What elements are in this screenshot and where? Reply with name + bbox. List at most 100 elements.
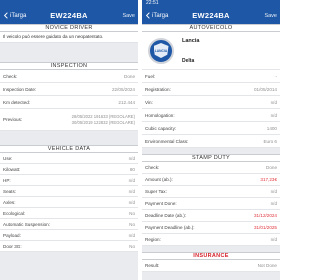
- row-value: 80: [129, 166, 135, 172]
- detail-row-homologation: Homologation: n/d: [142, 109, 280, 122]
- row-value: -: [275, 73, 277, 79]
- status-time: 22:51: [146, 0, 159, 6]
- row-label: Km detected:: [3, 99, 31, 105]
- row-label: Check:: [145, 165, 160, 170]
- row-value: n/d: [128, 199, 135, 205]
- stamp-row-check: Check: Done: [142, 162, 280, 174]
- detail-row-cubic-capacity: Cubic capacity: 1400: [142, 122, 280, 135]
- detail-row-environmental-class: Environmental Class: Euro 6: [142, 135, 280, 148]
- row-value: n/d: [270, 99, 277, 105]
- vehicle-row-axles: Axles: n/d: [0, 197, 138, 208]
- stamp-row-super-tax: Super Tax: n/d: [142, 186, 280, 198]
- stamp-duty-header: STAMP DUTY: [142, 154, 280, 162]
- logo-shield: LANCIA: [153, 43, 169, 58]
- row-label: Door 3G:: [3, 243, 22, 249]
- row-value: 31/01/2025: [254, 225, 277, 230]
- chevron-left-icon: [3, 12, 8, 19]
- row-label: HP:: [3, 177, 11, 183]
- row-value: n/d: [270, 201, 277, 206]
- screen-left: iTarga EW224BA Save NOVICE DRIVER Il vei…: [0, 0, 138, 280]
- row-label: Use:: [3, 155, 13, 161]
- row-label: Environmental Class:: [145, 138, 189, 144]
- chevron-left-icon: [145, 12, 150, 19]
- vehicle-row-hp: HP: n/d: [0, 175, 138, 186]
- row-value: n/d: [270, 112, 277, 118]
- row-label: Super Tax:: [145, 189, 167, 194]
- stamp-row-region: Region: n/d: [142, 234, 280, 246]
- vehicle-row-kilowatt: Kilowatt: 80: [0, 164, 138, 175]
- nav-bar: iTarga EW224BA Save: [0, 7, 138, 24]
- stamp-row-deadline-date: Deadline Date (ab.): 31/12/2024: [142, 210, 280, 222]
- back-button[interactable]: iTarga: [3, 12, 37, 19]
- nav-bar: iTarga EW224BA Save: [142, 7, 280, 24]
- novice-driver-header: NOVICE DRIVER: [0, 24, 138, 32]
- save-button[interactable]: Save: [264, 13, 277, 19]
- row-value: 212.444: [118, 99, 135, 105]
- row-label: Payment Done:: [145, 201, 177, 206]
- insurance-row-result: Result: Not Done: [142, 260, 280, 272]
- save-button[interactable]: Save: [122, 13, 135, 19]
- vehicle-data-header: VEHICLE DATA: [0, 145, 138, 153]
- row-label: Previous:: [3, 117, 23, 122]
- row-value: n/d: [128, 177, 135, 183]
- status-bar: [0, 0, 138, 7]
- vehicle-row-use: Use: n/d: [0, 153, 138, 164]
- row-value: 01/05/2014: [254, 86, 277, 92]
- detail-row-registration: Registration: 01/05/2014: [142, 83, 280, 96]
- row-label: Axles:: [3, 199, 16, 205]
- row-label: Payment Deadline (ab.):: [145, 225, 195, 230]
- vehicle-card: LANCIA Lancia Delta: [142, 32, 280, 70]
- row-value: No: [129, 243, 135, 249]
- inspection-row-km: Km detected: 212.444: [0, 96, 138, 109]
- row-value: Not Done: [257, 263, 277, 268]
- autoveicolo-header: AUTOVEICOLO: [142, 24, 280, 32]
- row-label: Seats:: [3, 188, 17, 194]
- row-value: 22/05/2024: [112, 86, 135, 92]
- row-label: Amount (ab.):: [145, 177, 173, 182]
- vehicle-row-suspension: Automatic Suspension: No: [0, 219, 138, 230]
- inspection-row-previous: Previous: 28/05/2022 191633 (REGOLARE) 3…: [0, 109, 138, 131]
- row-value: n/d: [128, 232, 135, 238]
- row-label: Inspection Date:: [3, 86, 37, 92]
- row-value: 28/05/2022 191633 (REGOLARE) 30/05/2019 …: [71, 113, 135, 125]
- row-value: Done: [124, 73, 135, 79]
- detail-row-vin: Vin: n/d: [142, 96, 280, 109]
- row-value: 317,23€: [260, 177, 277, 182]
- inspection-row-date: Inspection Date: 22/05/2024: [0, 83, 138, 96]
- status-bar: 22:51: [142, 0, 280, 7]
- vehicle-model: Delta: [182, 57, 195, 64]
- back-label: iTarga: [152, 12, 169, 19]
- row-label: Check:: [3, 73, 18, 79]
- vehicle-row-ecological: Ecological: No: [0, 208, 138, 219]
- screen-right: 22:51 iTarga EW224BA Save AUTOVEICOLO LA…: [142, 0, 280, 280]
- row-value: 1400: [266, 125, 277, 131]
- vehicle-row-payload: Payload: n/d: [0, 230, 138, 241]
- detail-row-fuel: Fuel: -: [142, 70, 280, 83]
- vehicle-make: Lancia: [182, 37, 200, 44]
- row-label: Kilowatt:: [3, 166, 21, 172]
- row-label: Homologation:: [145, 112, 175, 118]
- row-value: n/d: [128, 155, 135, 161]
- row-value: Done: [266, 165, 277, 170]
- row-label: Fuel:: [145, 73, 156, 79]
- row-value: n/d: [270, 237, 277, 242]
- row-value: n/d: [128, 188, 135, 194]
- inspection-row-check: Check: Done: [0, 70, 138, 83]
- back-button[interactable]: iTarga: [145, 12, 179, 19]
- row-label: Result:: [145, 263, 160, 268]
- row-label: Registration:: [145, 86, 171, 92]
- row-label: Deadline Date (ab.):: [145, 213, 187, 218]
- stamp-row-payment-done: Payment Done: n/d: [142, 198, 280, 210]
- row-label: Payload:: [3, 232, 21, 238]
- vehicle-row-door: Door 3G: No: [0, 241, 138, 252]
- row-value: 31/12/2024: [254, 213, 277, 218]
- row-label: Ecological:: [3, 210, 26, 216]
- row-value: No: [129, 221, 135, 227]
- row-label: Cubic capacity:: [145, 125, 177, 131]
- stamp-row-amount: Amount (ab.): 317,23€: [142, 174, 280, 186]
- row-value: No: [129, 210, 135, 216]
- insurance-header: INSURANCE: [142, 252, 280, 260]
- novice-driver-text: Il veicolo può essere guidato da un neop…: [0, 32, 138, 43]
- stamp-row-payment-deadline: Payment Deadline (ab.): 31/01/2025: [142, 222, 280, 234]
- row-label: Vin:: [145, 99, 153, 105]
